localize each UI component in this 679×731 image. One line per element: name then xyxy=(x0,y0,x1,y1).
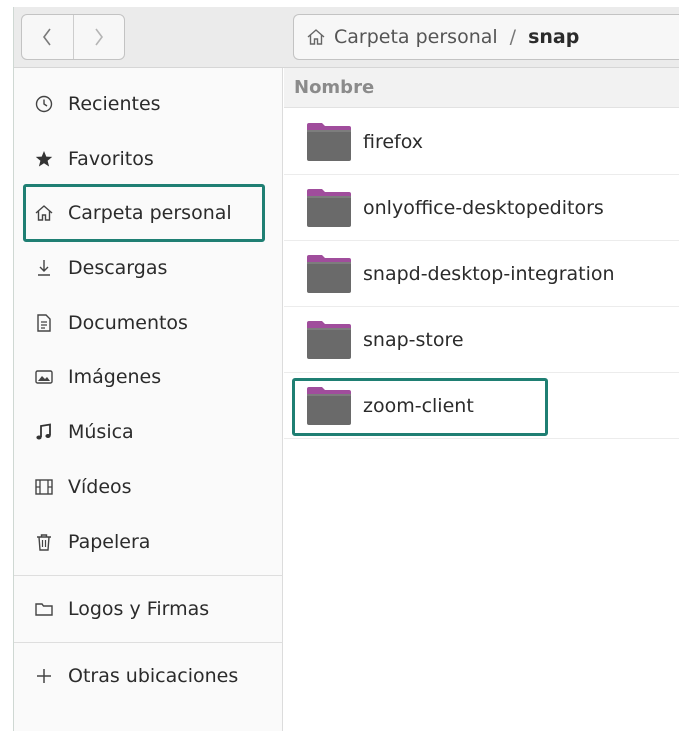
sidebar-item-label: Carpeta personal xyxy=(68,202,232,224)
back-button[interactable] xyxy=(22,15,73,59)
sidebar-item-label: Imágenes xyxy=(68,366,162,388)
sidebar-item-descargas[interactable]: Descargas xyxy=(14,245,283,291)
file-row-snap-store[interactable]: snap-store xyxy=(284,307,679,373)
plus-icon xyxy=(33,665,55,687)
folder-icon xyxy=(307,122,351,161)
folder-icon xyxy=(307,188,351,227)
sidebar-item-label: Vídeos xyxy=(68,476,132,498)
sidebar-item-carpeta-personal[interactable]: Carpeta personal xyxy=(14,190,283,236)
navigation-buttons xyxy=(21,14,125,60)
file-list: Nombre firefox onlyoffice-desktopeditors… xyxy=(284,68,679,731)
sidebar-item-recientes[interactable]: Recientes xyxy=(14,81,283,127)
sidebar-item-logos-y-firmas[interactable]: Logos y Firmas xyxy=(14,586,283,632)
sidebar-item-label: Papelera xyxy=(68,531,151,553)
file-name: zoom-client xyxy=(363,394,474,417)
breadcrumb-home[interactable]: Carpeta personal xyxy=(334,26,498,48)
sidebar-item-favoritos[interactable]: Favoritos xyxy=(14,136,283,182)
folder-icon xyxy=(307,320,351,359)
star-icon xyxy=(33,148,55,170)
sidebar-item-otras-ubicaciones[interactable]: Otras ubicaciones xyxy=(14,653,283,699)
breadcrumb-separator: / xyxy=(509,26,517,48)
file-name: snapd-desktop-integration xyxy=(363,262,615,285)
sidebar-item-label: Documentos xyxy=(68,312,188,334)
sidebar-item-label: Descargas xyxy=(68,257,168,279)
sidebar-item-videos[interactable]: Vídeos xyxy=(14,464,283,510)
sidebar-item-label: Favoritos xyxy=(68,148,154,170)
sidebar-item-imagenes[interactable]: Imágenes xyxy=(14,354,283,400)
folder-icon xyxy=(307,386,351,425)
download-icon xyxy=(33,257,55,279)
sidebar-item-label: Logos y Firmas xyxy=(68,598,210,620)
file-name: onlyoffice-desktopeditors xyxy=(363,196,604,219)
file-row-snapd-desktop-integration[interactable]: snapd-desktop-integration xyxy=(284,241,679,307)
sidebar-item-musica[interactable]: Música xyxy=(14,409,283,455)
forward-button[interactable] xyxy=(72,15,125,59)
home-icon xyxy=(307,29,325,45)
film-icon xyxy=(33,476,55,498)
chevron-left-icon xyxy=(43,28,51,46)
file-row-firefox[interactable]: firefox xyxy=(284,109,679,175)
file-row-onlyoffice-desktopeditors[interactable]: onlyoffice-desktopeditors xyxy=(284,175,679,241)
sidebar-item-label: Recientes xyxy=(68,93,161,115)
file-row-zoom-client[interactable]: zoom-client xyxy=(284,373,679,439)
header-bar: Carpeta personal / snap xyxy=(14,7,679,68)
music-note-icon xyxy=(33,421,55,443)
sidebar: Recientes Favoritos Carpeta personal Des… xyxy=(14,68,283,731)
image-icon xyxy=(33,366,55,388)
file-name: snap-store xyxy=(363,328,464,351)
sidebar-item-papelera[interactable]: Papelera xyxy=(14,519,283,565)
sidebar-item-label: Otras ubicaciones xyxy=(68,665,239,687)
file-name: firefox xyxy=(363,130,424,153)
column-header-label: Nombre xyxy=(294,77,375,98)
clock-icon xyxy=(33,93,55,115)
folder-icon xyxy=(307,254,351,293)
folder-icon xyxy=(33,598,55,620)
column-header-nombre[interactable]: Nombre xyxy=(284,68,679,108)
sidebar-item-label: Música xyxy=(68,421,134,443)
sidebar-item-documentos[interactable]: Documentos xyxy=(14,300,283,346)
trash-icon xyxy=(33,531,55,553)
sidebar-separator xyxy=(14,575,283,576)
breadcrumb-current[interactable]: snap xyxy=(528,26,579,48)
home-icon xyxy=(33,202,55,224)
sidebar-separator xyxy=(14,642,283,643)
document-icon xyxy=(33,312,55,334)
chevron-right-icon xyxy=(95,28,103,46)
path-bar[interactable]: Carpeta personal / snap xyxy=(293,14,679,60)
